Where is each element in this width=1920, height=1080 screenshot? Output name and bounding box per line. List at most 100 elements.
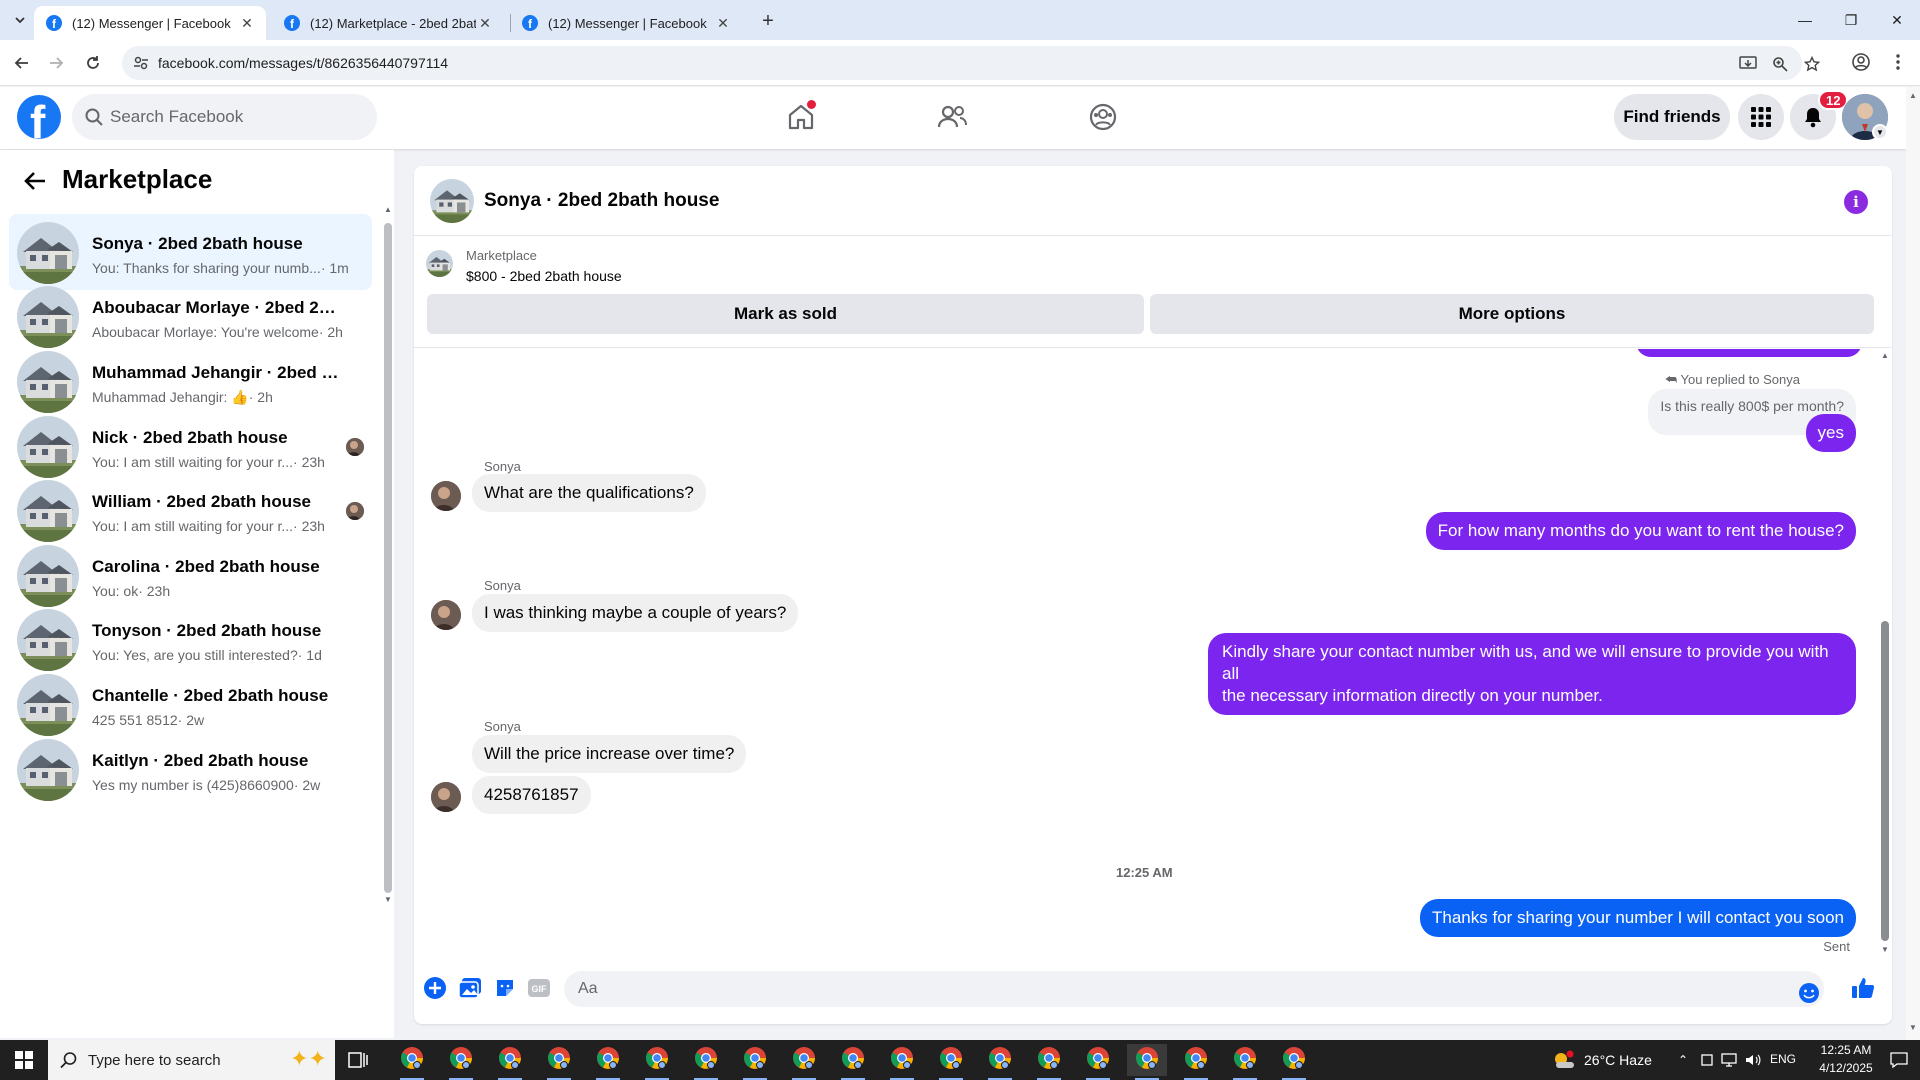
browser-menu-icon[interactable] <box>1886 50 1910 74</box>
chat-title[interactable]: Sonya · 2bed 2bath house <box>484 190 719 212</box>
taskbar-chrome-app[interactable] <box>1225 1044 1265 1080</box>
address-bar[interactable]: facebook.com/messages/t/8626356440797114 <box>122 46 1820 80</box>
like-button[interactable] <box>1850 975 1876 1001</box>
chevron-down-icon[interactable]: ▼ <box>1872 124 1888 140</box>
close-tab-icon[interactable]: ✕ <box>238 14 256 32</box>
emoji-button[interactable] <box>1796 980 1822 1006</box>
minimize-button[interactable]: — <box>1782 0 1828 40</box>
message-bubble-in[interactable]: 4258761857 <box>472 776 591 814</box>
task-view-button[interactable] <box>346 1048 370 1072</box>
zoom-icon[interactable] <box>1770 54 1790 74</box>
network-icon[interactable] <box>1720 1051 1738 1069</box>
taskbar-chrome-app[interactable] <box>490 1044 530 1080</box>
taskbar-chrome-app[interactable] <box>1176 1044 1216 1080</box>
scroll-down-icon[interactable]: ▼ <box>1880 945 1890 955</box>
taskbar-chrome-app[interactable] <box>1078 1044 1118 1080</box>
message-bubble-out[interactable]: Thanks for sharing your number I will co… <box>1420 899 1856 937</box>
clock-time[interactable]: 12:25 AM <box>1810 1043 1882 1057</box>
message-bubble-out[interactable]: For how many months do you want to rent … <box>1425 512 1856 550</box>
url-text[interactable]: facebook.com/messages/t/8626356440797114 <box>158 55 448 71</box>
close-tab-icon[interactable]: ✕ <box>476 14 494 32</box>
browser-tab-messenger-2[interactable]: f (12) Messenger | Facebook ✕ <box>510 6 742 40</box>
taskbar-chrome-app[interactable] <box>686 1044 726 1080</box>
scroll-up-icon[interactable]: ▲ <box>383 205 393 215</box>
message-bubble-out[interactable]: yes <box>1805 414 1856 452</box>
nav-groups[interactable] <box>1081 95 1125 139</box>
taskbar-chrome-app[interactable] <box>833 1044 873 1080</box>
site-info-icon[interactable] <box>132 54 150 72</box>
conversation-avatar[interactable] <box>430 179 474 223</box>
scrollbar-thumb[interactable] <box>384 223 392 893</box>
message-input[interactable] <box>564 971 1824 1007</box>
clock-date[interactable]: 4/12/2025 <box>1810 1061 1882 1075</box>
scroll-up-icon[interactable]: ▲ <box>1908 91 1918 101</box>
bookmark-star-icon[interactable] <box>1802 54 1822 74</box>
meet-now-icon[interactable] <box>1698 1051 1716 1069</box>
scroll-up-icon[interactable]: ▲ <box>1880 351 1890 361</box>
start-button[interactable] <box>0 1040 48 1080</box>
taskbar-chrome-app[interactable] <box>784 1044 824 1080</box>
back-arrow-button[interactable] <box>18 164 52 198</box>
listing-title[interactable]: $800 - 2bed 2bath house <box>466 268 622 284</box>
browser-tab-messenger[interactable]: f (12) Messenger | Facebook ✕ <box>34 6 266 40</box>
sidebar-scrollbar[interactable]: ▲ ▼ <box>382 205 394 905</box>
taskbar-chrome-app[interactable] <box>392 1044 432 1080</box>
more-options-button[interactable]: More options <box>1150 294 1874 334</box>
language-indicator[interactable]: ENG <box>1770 1052 1796 1066</box>
info-icon[interactable]: i <box>1844 190 1868 214</box>
weather-icon[interactable] <box>1552 1050 1576 1069</box>
facebook-logo[interactable]: f <box>17 95 61 139</box>
taskbar-chrome-app[interactable] <box>1127 1044 1167 1080</box>
find-friends-button[interactable]: Find friends <box>1614 94 1730 140</box>
more-actions-button[interactable] <box>422 975 448 1001</box>
forward-button[interactable] <box>42 49 70 77</box>
volume-icon[interactable] <box>1744 1051 1762 1069</box>
attach-photo-button[interactable] <box>457 975 483 1001</box>
back-button[interactable] <box>8 49 36 77</box>
nav-friends[interactable] <box>930 95 974 139</box>
page-scrollbar[interactable]: ▲ ▼ <box>1906 87 1920 1040</box>
taskbar-chrome-app[interactable] <box>1274 1044 1314 1080</box>
mark-as-sold-button[interactable]: Mark as sold <box>427 294 1144 334</box>
browser-tab-marketplace[interactable]: f (12) Marketplace - 2bed 2bath house ✕ <box>272 6 504 40</box>
taskbar-chrome-app[interactable] <box>588 1044 628 1080</box>
taskbar-chrome-app[interactable] <box>882 1044 922 1080</box>
taskbar-chrome-app[interactable] <box>735 1044 775 1080</box>
nav-home[interactable] <box>779 95 823 139</box>
message-bubble-out[interactable]: Kindly share your contact number with us… <box>1208 633 1856 715</box>
taskbar-chrome-app[interactable] <box>1029 1044 1069 1080</box>
taskbar-search[interactable]: Type here to search ✦✦ <box>48 1040 335 1080</box>
scroll-down-icon[interactable]: ▼ <box>1908 1023 1918 1033</box>
taskbar-chrome-app[interactable] <box>441 1044 481 1080</box>
conversation-item[interactable]: Kaitlyn · 2bed 2bath house Yes my number … <box>9 731 372 807</box>
message-bubble-in[interactable]: What are the qualifications? <box>472 474 706 512</box>
menu-button[interactable] <box>1738 94 1784 140</box>
search-input[interactable] <box>110 94 365 140</box>
message-bubble-in[interactable]: Will the price increase over time? <box>472 735 747 773</box>
sticker-button[interactable] <box>492 975 518 1001</box>
sender-avatar[interactable] <box>431 600 461 630</box>
message-scrollbar[interactable]: ▲ ▼ <box>1878 349 1892 957</box>
notification-center-icon[interactable] <box>1888 1051 1910 1069</box>
taskbar-chrome-app[interactable] <box>931 1044 971 1080</box>
weather-text[interactable]: 26°C Haze <box>1584 1052 1652 1068</box>
restore-button[interactable]: ❐ <box>1828 0 1874 40</box>
profile-account-icon[interactable] <box>1849 50 1873 74</box>
close-window-button[interactable]: ✕ <box>1874 0 1920 40</box>
sender-avatar[interactable] <box>431 481 461 511</box>
tab-search-button[interactable] <box>8 8 32 32</box>
new-tab-button[interactable]: + <box>756 9 780 33</box>
message-bubble-in[interactable]: I was thinking maybe a couple of years? <box>472 594 799 632</box>
listing-thumbnail[interactable] <box>426 250 453 277</box>
facebook-search[interactable] <box>72 94 377 140</box>
reload-button[interactable] <box>79 49 107 77</box>
taskbar-chrome-app[interactable] <box>539 1044 579 1080</box>
taskbar-chrome-app[interactable] <box>637 1044 677 1080</box>
gif-button[interactable]: GIF <box>526 975 552 1001</box>
sender-avatar[interactable] <box>431 782 461 812</box>
scrollbar-thumb[interactable] <box>1881 621 1889 941</box>
scroll-down-icon[interactable]: ▼ <box>383 895 393 905</box>
close-tab-icon[interactable]: ✕ <box>714 14 732 32</box>
chevron-up-icon[interactable]: ⌃ <box>1674 1051 1692 1069</box>
taskbar-chrome-app[interactable] <box>980 1044 1020 1080</box>
